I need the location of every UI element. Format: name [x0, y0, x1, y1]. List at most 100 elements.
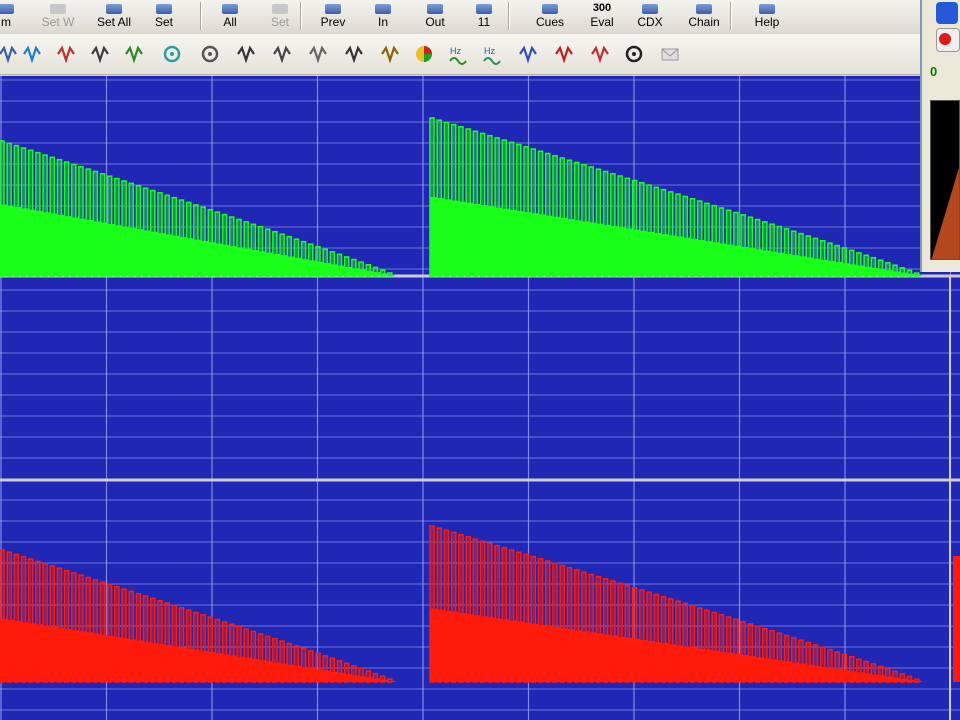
- burst-bar-fill: [807, 642, 810, 682]
- wave-split-icon[interactable]: [86, 40, 114, 68]
- toolbar-button-cues[interactable]: Cues: [526, 0, 574, 32]
- burst-bar-fill: [288, 643, 291, 682]
- toolbar-button-icon: [375, 4, 391, 14]
- hz-play-icon[interactable]: Hz: [444, 40, 472, 68]
- toolbar-button-icon: [427, 4, 443, 14]
- burst-bar-fill: [800, 640, 802, 682]
- hz-wave-icon[interactable]: Hz: [478, 40, 506, 68]
- circle-icon-glyph: [201, 45, 219, 63]
- burst-bar-fill: [173, 605, 176, 682]
- toolbar-button-cdx[interactable]: CDX: [628, 0, 672, 32]
- burst-bar-fill: [295, 239, 298, 276]
- toolbar-button-set[interactable]: Set: [258, 0, 302, 32]
- burst-bar-fill: [467, 536, 470, 682]
- mini-preview: [930, 100, 960, 260]
- burst-bar-fill: [597, 576, 600, 682]
- burst-bar-fill: [15, 554, 18, 682]
- side-panel: 0: [920, 0, 960, 272]
- plot-canvas[interactable]: [0, 76, 960, 720]
- toolbar-button-prev[interactable]: Prev: [310, 0, 356, 32]
- burst-bar-fill: [331, 251, 334, 276]
- burst-bar-fill: [245, 629, 248, 682]
- burst-bar-fill: [821, 647, 824, 682]
- burst-bar-fill: [763, 221, 766, 276]
- toolbar-button-set-all[interactable]: Set All: [86, 0, 142, 32]
- burst-bar-fill: [44, 563, 47, 682]
- burst-bar-fill: [22, 556, 25, 682]
- burst-bar-fill: [785, 228, 788, 276]
- burst-bar-fill: [488, 543, 491, 682]
- burst-bar-fill: [459, 126, 462, 276]
- burst-bar-fill: [108, 584, 111, 682]
- burst-bar-fill: [496, 545, 499, 682]
- toolbar-button-11[interactable]: 11: [464, 0, 504, 32]
- ribbon-icon[interactable]: [586, 40, 614, 68]
- toolbar-button-set-w[interactable]: Set W: [32, 0, 84, 32]
- pie-icon[interactable]: [410, 40, 438, 68]
- target-icon[interactable]: [158, 40, 186, 68]
- burst-bar-fill: [58, 568, 61, 682]
- burst-bar-fill: [331, 658, 334, 682]
- nb-icon[interactable]: [120, 40, 148, 68]
- toolbar-button-out[interactable]: Out: [414, 0, 456, 32]
- probe-icon[interactable]: [304, 40, 332, 68]
- burst-bar-fill: [872, 257, 875, 276]
- toolbar-button-m[interactable]: m: [0, 0, 20, 32]
- toolbar-button-set[interactable]: Set: [144, 0, 184, 32]
- burst-bar-fill: [151, 190, 154, 276]
- burst-bar-fill: [713, 612, 716, 682]
- toolbar-button-icon: [542, 4, 558, 14]
- burst-bar-fill: [151, 598, 154, 682]
- fo-icon[interactable]: [268, 40, 296, 68]
- toolbar-button-eval[interactable]: 300 Eval: [580, 0, 624, 32]
- burst-bar-fill: [582, 164, 585, 276]
- toolbar-button-in[interactable]: In: [364, 0, 402, 32]
- burst-bar-fill: [352, 665, 355, 682]
- burst-bar-fill: [836, 651, 839, 682]
- svg-text:Hz: Hz: [484, 46, 495, 56]
- clock-icon[interactable]: [620, 40, 648, 68]
- ol-icon-glyph: [345, 45, 363, 64]
- cycle-icon[interactable]: [514, 40, 542, 68]
- record-button[interactable]: [936, 28, 960, 52]
- burst-bar-fill: [431, 526, 433, 682]
- magnifier-icon[interactable]: [376, 40, 404, 68]
- network-icon[interactable]: [52, 40, 80, 68]
- burst-bar-fill: [539, 558, 542, 682]
- burst-bar-fill: [223, 621, 226, 682]
- burst-bar-fill: [431, 118, 433, 276]
- burst-bar-fill: [194, 612, 197, 682]
- toolbar-button-icon: [222, 4, 238, 14]
- burst-bar-fill: [894, 671, 897, 682]
- blue-button-icon[interactable]: [936, 2, 958, 24]
- antenna-icon[interactable]: [18, 40, 46, 68]
- burst-bar-fill: [879, 260, 882, 276]
- burst-bar-fill: [720, 207, 723, 276]
- toolbar-button-help[interactable]: Help: [742, 0, 792, 32]
- toolbar-button-chain[interactable]: Chain: [678, 0, 730, 32]
- burst-bar-fill: [705, 203, 708, 276]
- circle-icon[interactable]: [196, 40, 224, 68]
- burst-bar-fill: [108, 176, 111, 276]
- mail-icon[interactable]: [656, 40, 684, 68]
- burst-bar-fill: [814, 644, 817, 682]
- toolbar-button-all[interactable]: All: [212, 0, 248, 32]
- burst-bar-fill: [144, 188, 147, 276]
- toolbar-button-label: 11: [477, 15, 491, 29]
- toolbar-button-icon: [272, 4, 288, 14]
- to-icon[interactable]: [232, 40, 260, 68]
- burst-bar-fill: [80, 575, 82, 682]
- burst-bar-fill: [828, 649, 831, 682]
- alert-icon[interactable]: [550, 40, 578, 68]
- side-readout: 0: [930, 64, 938, 79]
- toolbar-button-label: Set: [270, 15, 289, 29]
- ol-icon[interactable]: [340, 40, 368, 68]
- burst-bar-fill: [561, 158, 564, 276]
- toolbar-button-icon: [642, 4, 658, 14]
- edge-burst: [953, 556, 960, 682]
- toolbar-button-label: Set All: [96, 15, 132, 29]
- burst-bar-fill: [655, 187, 658, 276]
- spectrum-plot[interactable]: [0, 76, 960, 720]
- toolbar-button-icon: [106, 4, 122, 14]
- burst-bar-fill: [137, 593, 140, 682]
